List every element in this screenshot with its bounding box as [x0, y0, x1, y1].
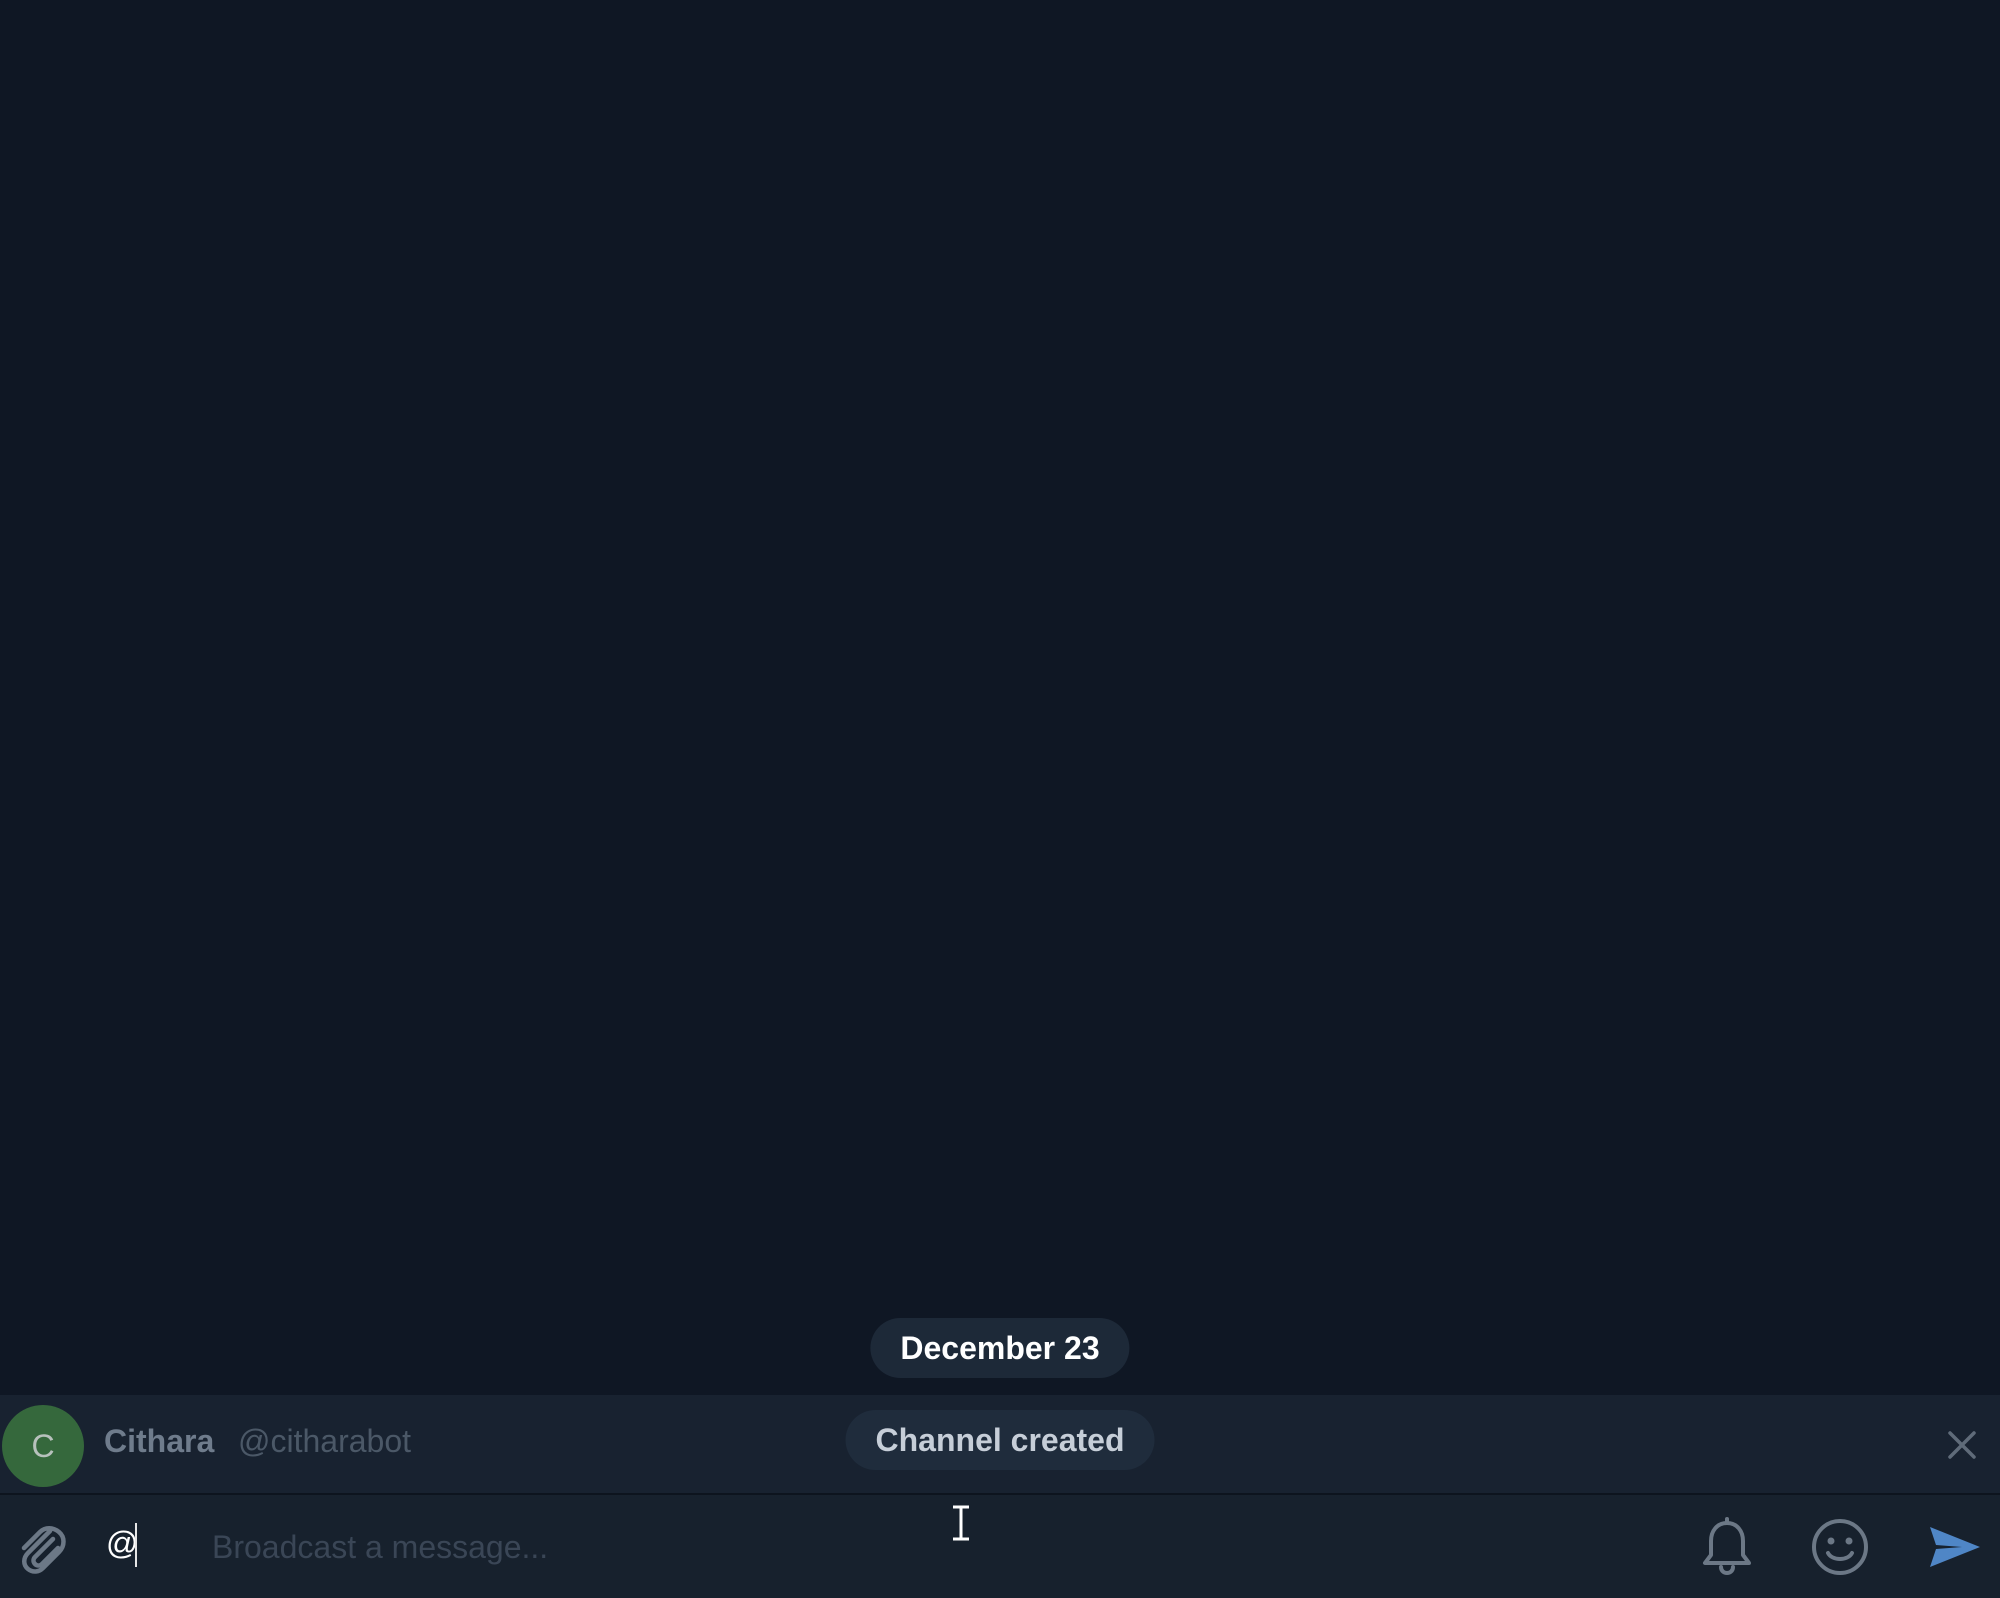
mention-name: Cithara	[104, 1423, 215, 1459]
bell-icon[interactable]	[1695, 1515, 1759, 1579]
smile-icon[interactable]	[1808, 1515, 1872, 1579]
paperclip-icon[interactable]	[12, 1517, 68, 1579]
text-cursor-icon	[953, 1505, 969, 1541]
typed-text: @	[106, 1525, 139, 1561]
send-icon[interactable]	[1922, 1515, 1986, 1579]
message-composer: @	[0, 1495, 2000, 1598]
date-separator: December 23	[870, 1318, 1130, 1378]
close-icon[interactable]	[1942, 1425, 1982, 1465]
text-caret	[135, 1523, 137, 1567]
chat-history: December 23	[0, 0, 2000, 1395]
service-message: Channel created	[845, 1410, 1155, 1470]
mention-username: @citharabot	[238, 1423, 412, 1459]
message-input[interactable]	[210, 1513, 1614, 1581]
avatar: C	[2, 1405, 84, 1487]
